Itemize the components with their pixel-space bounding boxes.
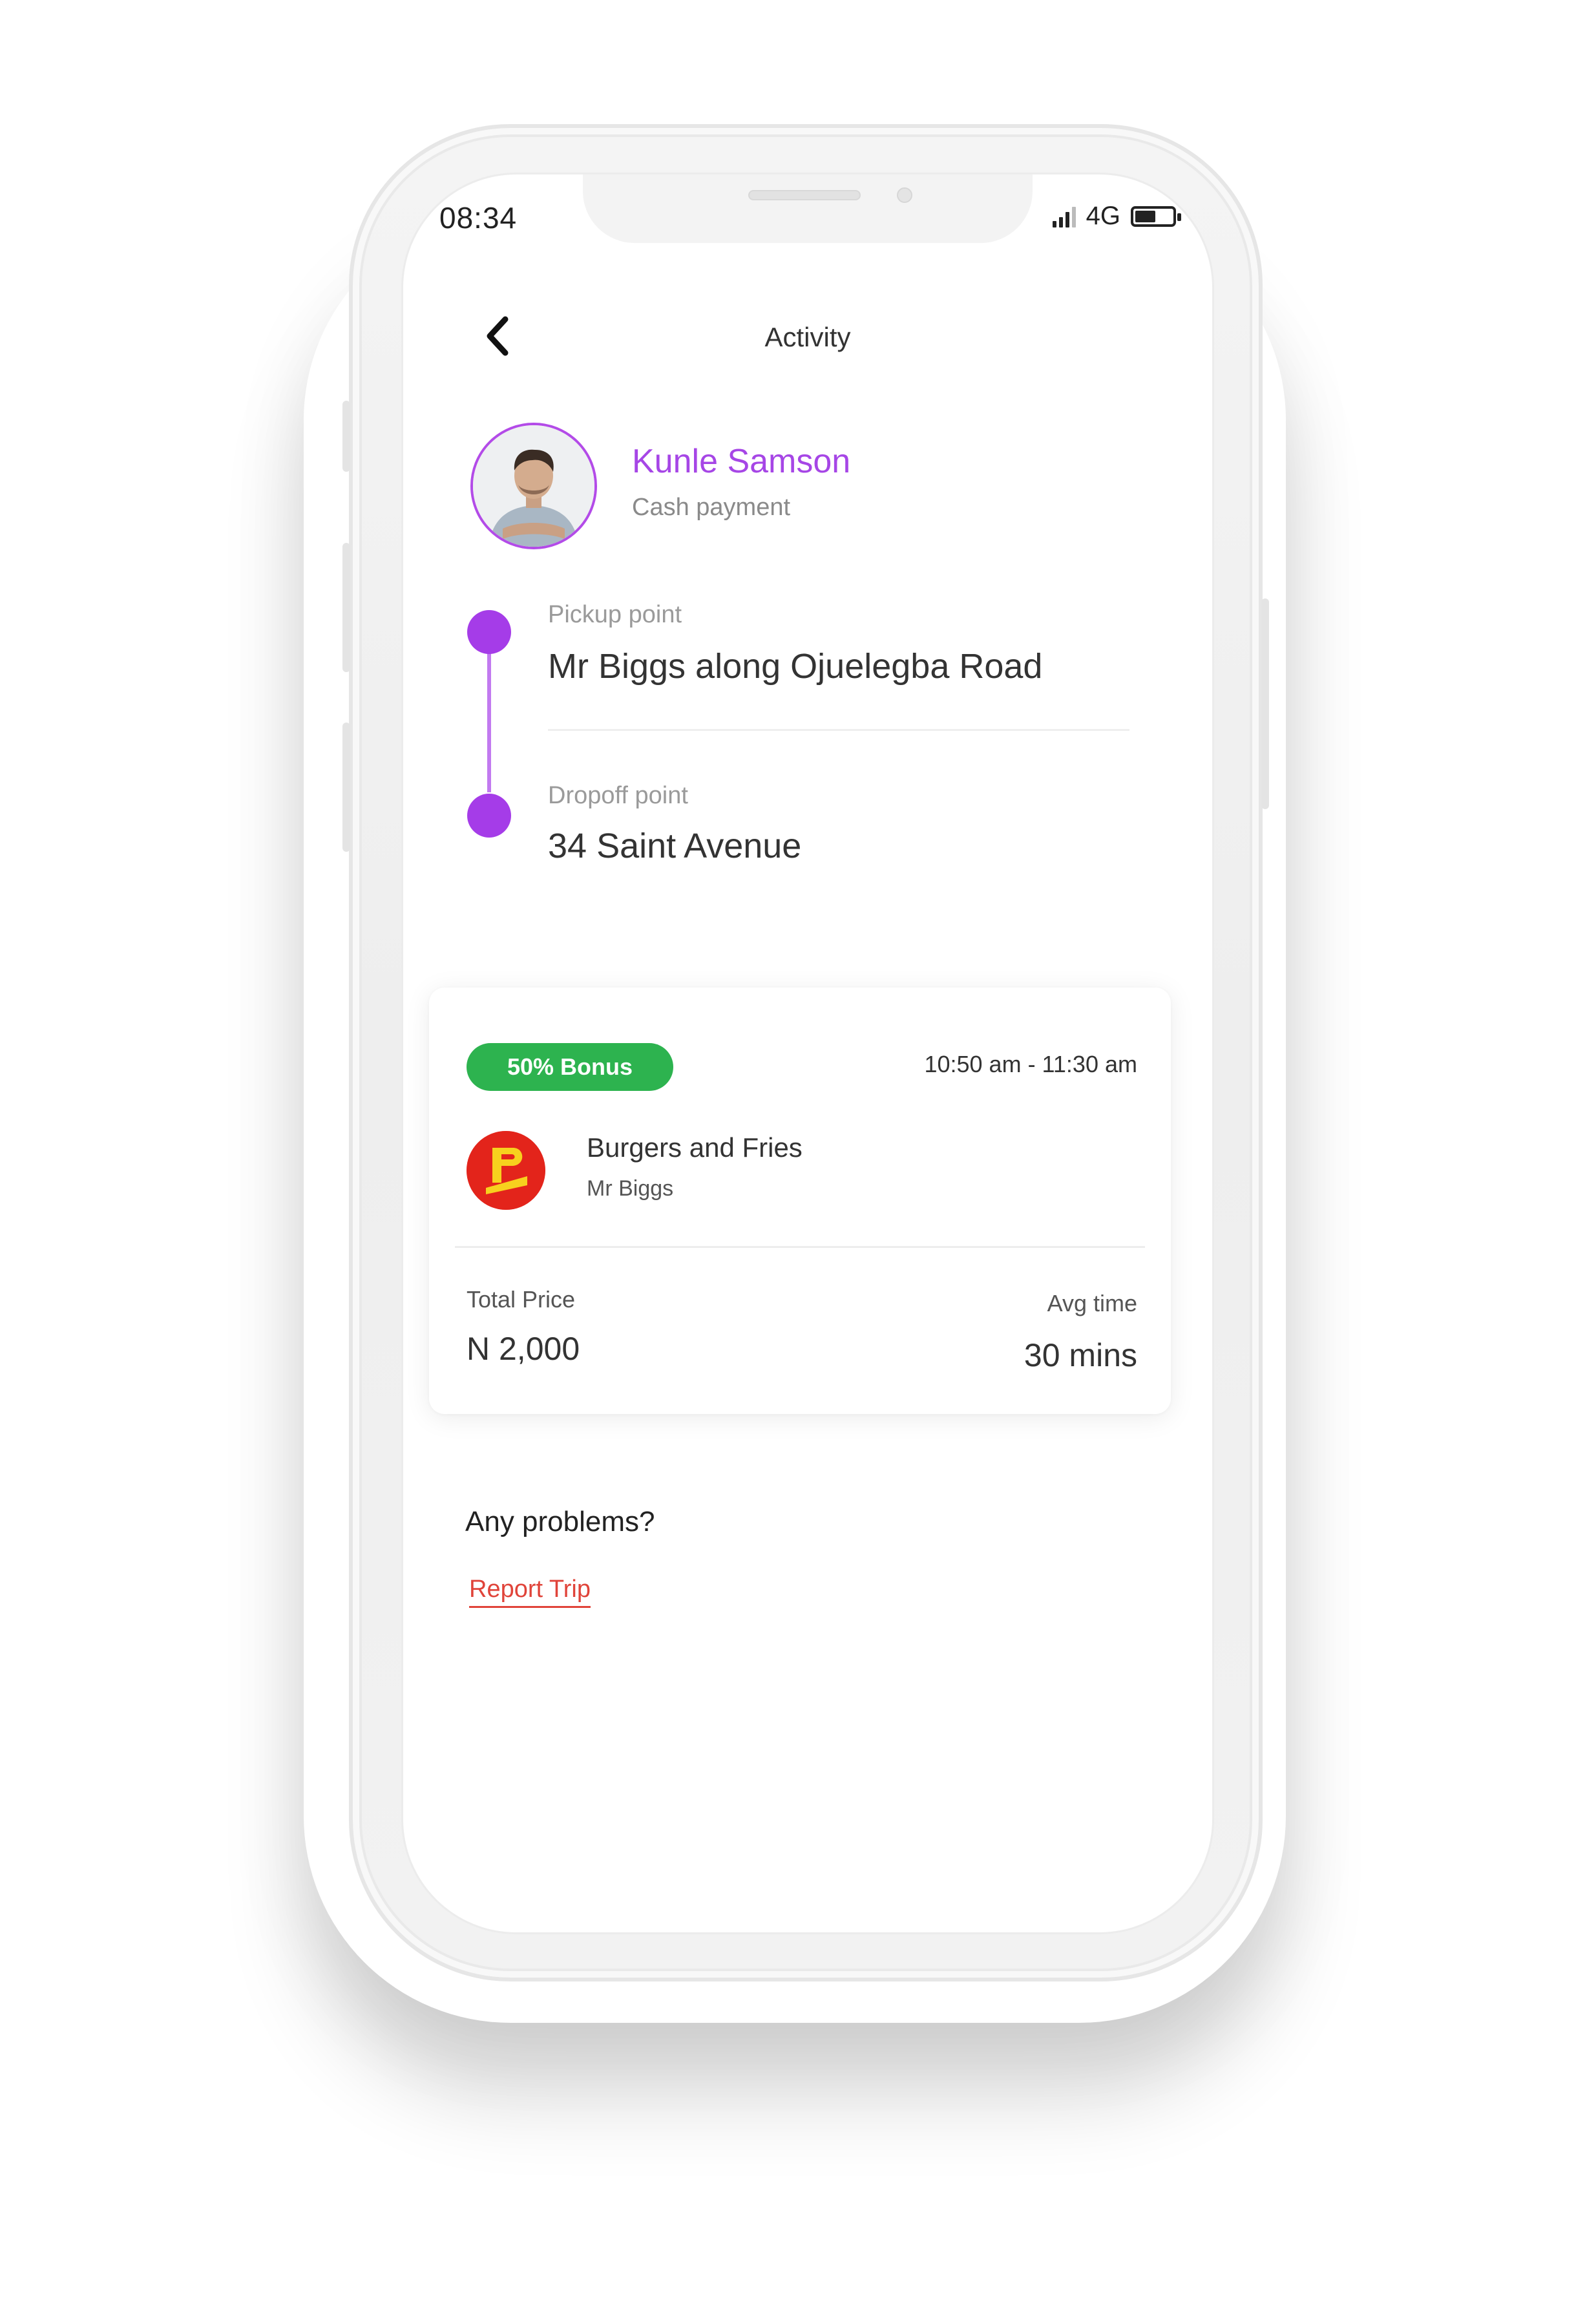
person-avatar-icon: [473, 425, 594, 547]
route-divider: [548, 729, 1129, 731]
dropoff-address: 34 Saint Avenue: [548, 827, 802, 865]
order-card[interactable]: 50% Bonus 10:50 am - 11:30 am Burgers an…: [429, 988, 1171, 1414]
payment-method: Cash payment: [632, 494, 791, 521]
volume-down-button: [342, 723, 350, 852]
status-time: 08:34: [439, 201, 518, 235]
pickup-address: Mr Biggs along Ojuelegba Road: [548, 647, 1043, 686]
speaker-grille: [748, 190, 861, 200]
volume-up-button: [342, 543, 350, 672]
battery-fill: [1135, 210, 1155, 222]
phone-screen: 08:34 4G Activity Kunle Samson Cash paym…: [403, 174, 1212, 1932]
dropoff-label: Dropoff point: [548, 782, 688, 809]
delivery-time-range: 10:50 am - 11:30 am: [924, 1051, 1137, 1077]
app-header: Activity: [403, 302, 1212, 374]
vendor-logo: [467, 1131, 545, 1210]
report-trip-link[interactable]: Report Trip: [469, 1576, 591, 1608]
avg-time-label: Avg time: [1047, 1290, 1137, 1316]
signal-icon: [1052, 206, 1076, 227]
page-title: Activity: [764, 322, 851, 352]
driver-profile: Kunle Samson Cash payment: [470, 423, 1117, 552]
mr-biggs-logo-icon: [467, 1131, 545, 1210]
status-indicators: 4G: [1052, 202, 1181, 231]
order-item: Burgers and Fries: [587, 1132, 803, 1163]
avg-time-value: 30 mins: [1024, 1337, 1137, 1373]
driver-avatar[interactable]: [470, 423, 597, 549]
total-price-value: N 2,000: [467, 1331, 580, 1367]
pickup-marker-icon: [467, 610, 511, 654]
bonus-badge: 50% Bonus: [467, 1043, 673, 1091]
trip-route: Pickup point Mr Biggs along Ojuelegba Ro…: [403, 601, 1212, 872]
card-divider: [455, 1246, 1145, 1248]
driver-name: Kunle Samson: [632, 443, 851, 480]
vendor-name: Mr Biggs: [587, 1176, 674, 1201]
front-camera: [897, 187, 912, 203]
mute-switch: [342, 401, 350, 472]
problems-heading: Any problems?: [465, 1506, 655, 1537]
notch: [583, 174, 1033, 243]
network-type: 4G: [1086, 202, 1120, 230]
dropoff-marker-icon: [467, 794, 511, 838]
pickup-label: Pickup point: [548, 601, 682, 628]
total-price-label: Total Price: [467, 1286, 576, 1313]
power-button: [1261, 598, 1269, 809]
battery-icon: [1131, 206, 1181, 227]
route-connector-line: [487, 631, 491, 792]
